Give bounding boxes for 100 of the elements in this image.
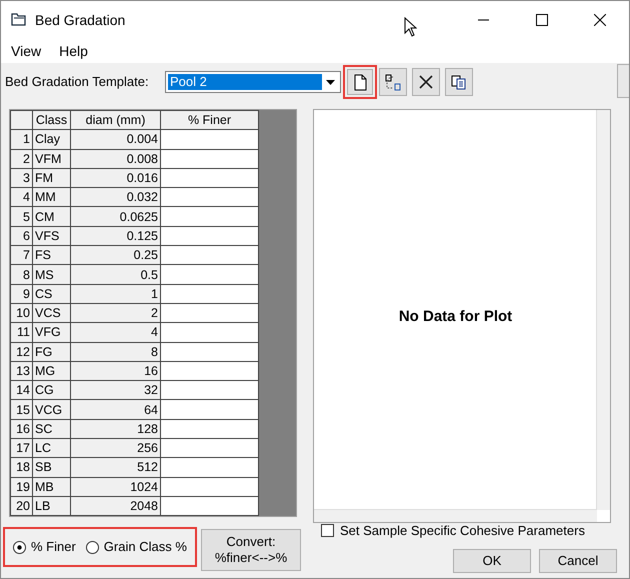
input-cell[interactable] — [160, 226, 258, 246]
radio-label: Grain Class % — [104, 538, 187, 556]
toolbar-button[interactable] — [343, 65, 377, 99]
table-cell: FM — [32, 168, 70, 188]
table-cell: CS — [32, 284, 70, 304]
table-cell: 128 — [70, 419, 160, 439]
template-dropdown[interactable]: Pool 2 — [165, 71, 341, 93]
input-cell[interactable] — [160, 246, 258, 265]
input-cell[interactable] — [160, 438, 258, 458]
column-header: diam (mm) — [70, 110, 160, 130]
input-cell[interactable] — [160, 342, 258, 362]
radio-button[interactable] — [86, 540, 99, 554]
table-cell: MS — [32, 264, 70, 284]
menu-item[interactable]: View — [5, 40, 48, 62]
row-number: 1 — [10, 130, 32, 150]
table-cell: 0.5 — [70, 264, 160, 284]
table-cell: FG — [32, 342, 70, 362]
radio-label: % Finer — [31, 538, 76, 556]
vertical-scrollbar[interactable] — [596, 110, 610, 510]
input-cell[interactable] — [160, 477, 258, 496]
table-cell: VCG — [32, 400, 70, 420]
input-cell[interactable] — [160, 322, 258, 342]
table-cell: 0.032 — [70, 188, 160, 207]
checkbox[interactable] — [321, 524, 334, 538]
row-number: 13 — [10, 361, 32, 381]
row-number: 12 — [10, 342, 32, 362]
menu-item[interactable]: Help — [53, 40, 94, 62]
table-cell: MG — [32, 361, 70, 381]
table-cell: CM — [32, 206, 70, 226]
table-cell: 2 — [70, 303, 160, 323]
table-cell: 256 — [70, 438, 160, 458]
dialog-button[interactable]: Cancel — [539, 548, 617, 572]
dialog-button[interactable]: OK — [453, 548, 531, 572]
table-cell: MB — [32, 477, 70, 496]
toolbar-button[interactable] — [445, 68, 473, 96]
table-cell: 0.016 — [70, 168, 160, 188]
horizontal-scrollbar[interactable] — [314, 509, 597, 522]
input-cell[interactable] — [160, 188, 258, 207]
row-number: 9 — [10, 284, 32, 304]
template-label: Bed Gradation Template: — [5, 73, 150, 92]
row-number: 17 — [10, 438, 32, 458]
dropdown-arrow-icon — [326, 80, 334, 84]
input-cell[interactable] — [160, 380, 258, 400]
table-cell: 4 — [70, 322, 160, 342]
table-cell: 1 — [70, 284, 160, 304]
input-cell[interactable] — [160, 168, 258, 188]
plot-message: No Data for Plot — [398, 307, 514, 327]
table-cell: 0.0625 — [70, 206, 160, 226]
table-cell: 0.125 — [70, 226, 160, 246]
table-cell: VFG — [32, 322, 70, 342]
row-number: 16 — [10, 419, 32, 439]
table-cell: 1024 — [70, 477, 160, 496]
input-cell[interactable] — [160, 284, 258, 304]
maximize-icon[interactable] — [536, 14, 548, 26]
toolbar-button[interactable] — [412, 68, 440, 96]
row-number: 6 — [10, 226, 32, 246]
row-number: 19 — [10, 477, 32, 496]
table-cell: CG — [32, 380, 70, 400]
table-cell: 0.008 — [70, 149, 160, 168]
app-icon — [11, 12, 27, 28]
table-cell: 0.25 — [70, 246, 160, 265]
rename-icon — [384, 73, 402, 91]
table-cell: VFS — [32, 226, 70, 246]
table-cell: MM — [32, 188, 70, 207]
checkbox-label: Set Sample Specific Cohesive Parameters — [340, 522, 585, 540]
row-number: 18 — [10, 458, 32, 478]
row-number: 5 — [10, 206, 32, 226]
close-icon[interactable] — [594, 14, 606, 26]
row-number: 2 — [10, 149, 32, 168]
row-number: 20 — [10, 496, 32, 516]
input-cell[interactable] — [160, 419, 258, 439]
toolbar-button[interactable] — [379, 68, 407, 96]
column-header: % Finer — [160, 110, 258, 130]
table-cell: SC — [32, 419, 70, 439]
row-number: 11 — [10, 322, 32, 342]
table-cell: VFM — [32, 149, 70, 168]
table-cell: LB — [32, 496, 70, 516]
row-number: 14 — [10, 380, 32, 400]
column-header: Class — [32, 110, 70, 130]
input-cell[interactable] — [160, 206, 258, 226]
input-cell[interactable] — [160, 303, 258, 323]
row-number: 15 — [10, 400, 32, 420]
table-cell: 16 — [70, 361, 160, 381]
input-cell[interactable] — [160, 264, 258, 284]
row-number: 10 — [10, 303, 32, 323]
input-cell[interactable] — [160, 130, 258, 150]
table-cell: 2048 — [70, 496, 160, 516]
row-number: 7 — [10, 246, 32, 265]
table-cell: 512 — [70, 458, 160, 478]
copy-icon — [450, 73, 468, 91]
table-cell: LC — [32, 438, 70, 458]
radio-button[interactable] — [13, 540, 26, 554]
input-cell[interactable] — [160, 400, 258, 420]
delete-icon — [417, 73, 435, 91]
input-cell[interactable] — [160, 496, 258, 516]
input-cell[interactable] — [160, 458, 258, 478]
input-cell[interactable] — [160, 149, 258, 168]
input-cell[interactable] — [160, 361, 258, 381]
table-cell: SB — [32, 458, 70, 478]
convert-button[interactable]: Convert: %finer<-->% — [201, 529, 301, 571]
